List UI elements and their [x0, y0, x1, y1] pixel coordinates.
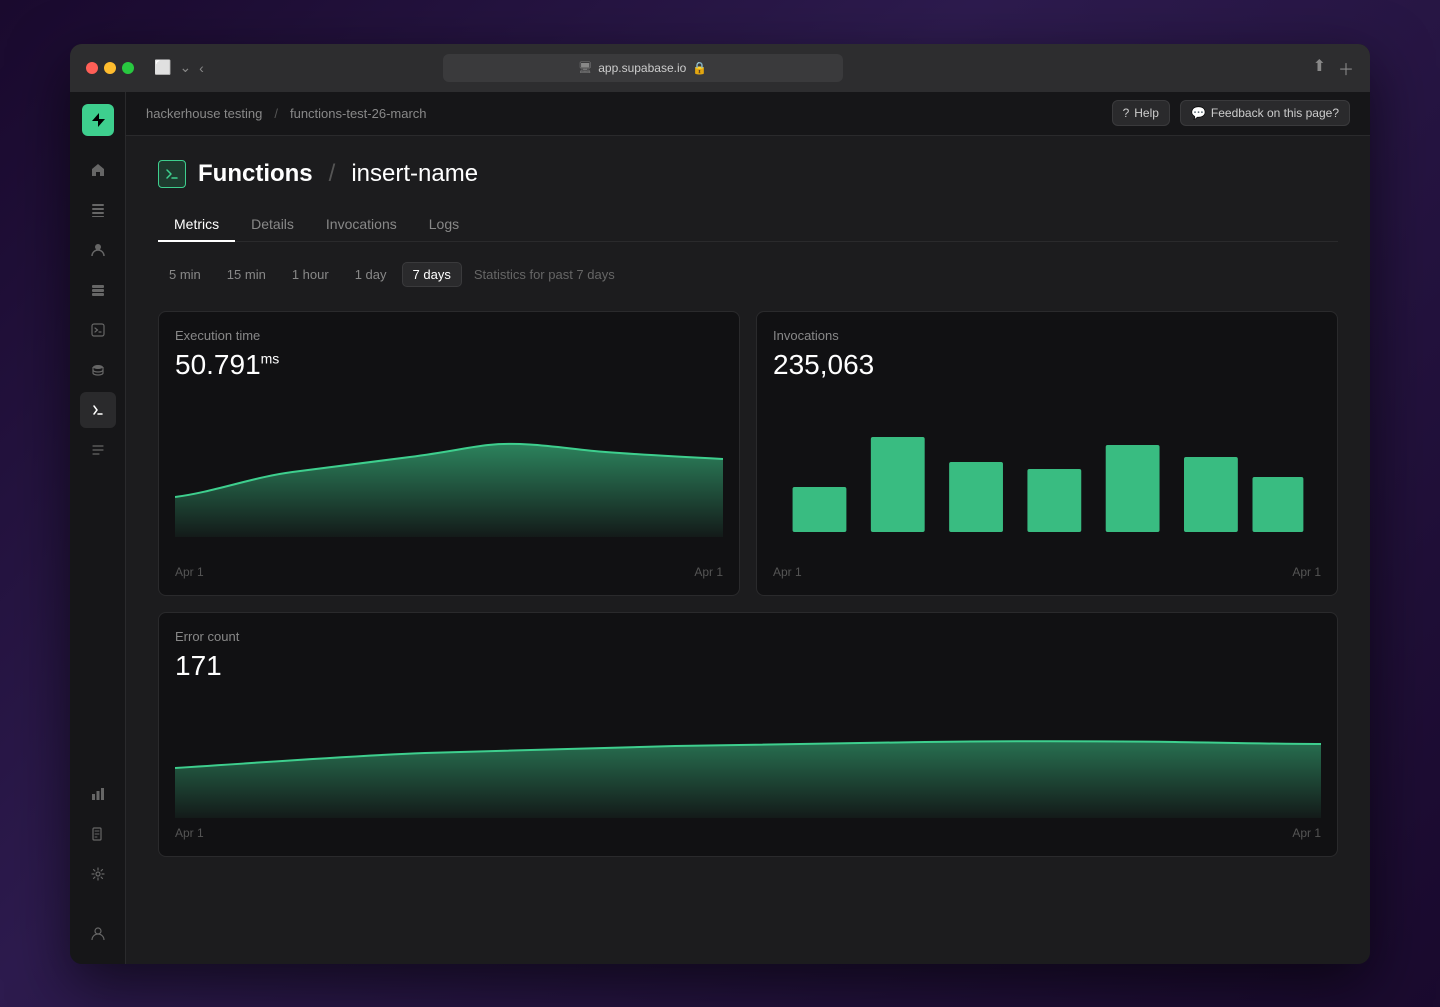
browser-body: hackerhouse testing / functions-test-26-… [70, 92, 1370, 964]
content-area: hackerhouse testing / functions-test-26-… [126, 92, 1370, 964]
tab-invocations[interactable]: Invocations [310, 208, 413, 242]
sidebar-item-database[interactable] [80, 352, 116, 388]
close-button[interactable] [86, 62, 98, 74]
invocations-value: 235,063 [773, 349, 1321, 381]
sidebar-item-table[interactable] [80, 192, 116, 228]
filter-15min[interactable]: 15 min [216, 262, 277, 287]
back-icon[interactable]: ‹ [199, 60, 204, 76]
browser-window: ⬜ ⌄ ‹ 🖥 app.supabase.io 🔒 ⬆ ＋ [70, 44, 1370, 964]
filter-5min[interactable]: 5 min [158, 262, 212, 287]
sidebar-item-terminal[interactable] [80, 312, 116, 348]
err-date-start: Apr 1 [175, 826, 204, 840]
sidebar-item-home[interactable] [80, 152, 116, 188]
sidebar-item-settings[interactable] [80, 856, 116, 892]
page-function-name: insert-name [351, 160, 478, 188]
tab-details[interactable]: Details [235, 208, 310, 242]
maximize-button[interactable] [122, 62, 134, 74]
traffic-lights [86, 62, 134, 74]
error-count-label: Error count [175, 629, 1321, 644]
sidebar-item-auth[interactable] [80, 232, 116, 268]
inv-date-start: Apr 1 [773, 565, 802, 579]
sidebar-item-docs[interactable] [80, 816, 116, 852]
execution-time-card: Execution time 50.791ms [158, 311, 740, 596]
top-bar: hackerhouse testing / functions-test-26-… [126, 92, 1370, 136]
time-filters: 5 min 15 min 1 hour 1 day 7 days Statist… [158, 262, 1338, 287]
sidebar-item-reports[interactable] [80, 776, 116, 812]
tab-metrics[interactable]: Metrics [158, 208, 235, 242]
charts-row-top: Execution time 50.791ms [158, 311, 1338, 596]
error-count-card: Error count 171 [158, 612, 1338, 857]
browser-actions: ⬆ ＋ [1313, 56, 1354, 80]
invocations-card: Invocations 235,063 [756, 311, 1338, 596]
sidebar-item-logs[interactable] [80, 432, 116, 468]
share-icon[interactable]: ⬆ [1313, 56, 1326, 80]
page-header: Functions / insert-name [158, 160, 1338, 188]
chevron-down-icon[interactable]: ⌄ [179, 59, 191, 76]
browser-tab-icon: 🖥 [578, 61, 592, 74]
execution-time-footer: Apr 1 Apr 1 [175, 565, 723, 579]
breadcrumb-sep-1: / [274, 106, 278, 121]
execution-time-chart [175, 397, 723, 557]
sidebar-item-user[interactable] [80, 916, 116, 952]
functions-icon [158, 160, 186, 188]
tabs: Metrics Details Invocations Logs [158, 208, 1338, 242]
inv-date-end: Apr 1 [1292, 565, 1321, 579]
supabase-logo[interactable] [82, 104, 114, 136]
sidebar-item-storage[interactable] [80, 272, 116, 308]
breadcrumb-page[interactable]: functions-test-26-march [290, 106, 427, 121]
page-title-sep: / [329, 160, 336, 188]
tab-logs[interactable]: Logs [413, 208, 475, 242]
lock-icon: 🔒 [692, 61, 707, 75]
stats-label: Statistics for past 7 days [474, 267, 615, 282]
invocations-label: Invocations [773, 328, 1321, 343]
exec-date-end: Apr 1 [694, 565, 723, 579]
feedback-icon: 💬 [1191, 106, 1206, 120]
error-count-chart [175, 698, 1321, 818]
error-count-value: 171 [175, 650, 1321, 682]
error-count-footer: Apr 1 Apr 1 [175, 826, 1321, 840]
help-button[interactable]: ? Help [1112, 100, 1170, 126]
sidebar-toggle-icon[interactable]: ⬜ [154, 59, 171, 76]
filter-7days[interactable]: 7 days [402, 262, 462, 287]
invocations-chart [773, 397, 1321, 557]
feedback-label: Feedback on this page? [1211, 106, 1339, 120]
filter-1hour[interactable]: 1 hour [281, 262, 340, 287]
err-date-end: Apr 1 [1292, 826, 1321, 840]
filter-1day[interactable]: 1 day [344, 262, 398, 287]
url-text: app.supabase.io [598, 61, 686, 75]
main-content: Functions / insert-name Metrics Details … [126, 136, 1370, 964]
page-section-title: Functions [198, 160, 313, 188]
invocations-footer: Apr 1 Apr 1 [773, 565, 1321, 579]
sidebar [70, 92, 126, 964]
address-bar[interactable]: 🖥 app.supabase.io 🔒 [443, 54, 843, 82]
browser-controls: ⬜ ⌄ ‹ [154, 59, 204, 76]
help-icon: ? [1123, 106, 1130, 120]
help-label: Help [1134, 106, 1159, 120]
new-tab-icon[interactable]: ＋ [1338, 56, 1354, 80]
execution-time-value: 50.791ms [175, 349, 723, 381]
top-bar-actions: ? Help 💬 Feedback on this page? [1112, 100, 1350, 126]
breadcrumb-project[interactable]: hackerhouse testing [146, 106, 262, 121]
exec-date-start: Apr 1 [175, 565, 204, 579]
browser-titlebar: ⬜ ⌄ ‹ 🖥 app.supabase.io 🔒 ⬆ ＋ [70, 44, 1370, 92]
execution-time-label: Execution time [175, 328, 723, 343]
minimize-button[interactable] [104, 62, 116, 74]
feedback-button[interactable]: 💬 Feedback on this page? [1180, 100, 1350, 126]
sidebar-item-functions[interactable] [80, 392, 116, 428]
